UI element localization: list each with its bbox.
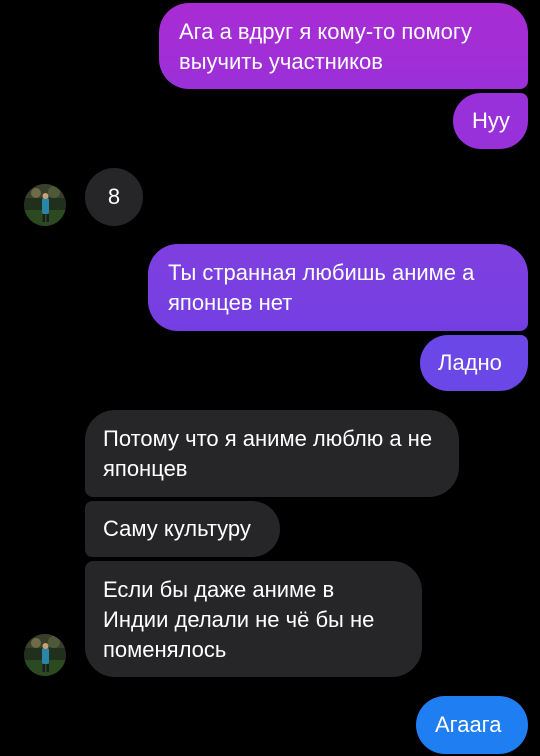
contact-avatar[interactable]	[24, 184, 66, 226]
chat-screen: { "conversation": { "messages": [ { "id"…	[0, 0, 540, 756]
user-avatar-icon	[24, 634, 66, 676]
incoming-message-bubble[interactable]: Саму культуру	[85, 501, 280, 557]
outgoing-message-bubble[interactable]: Агаага	[416, 696, 528, 754]
incoming-message-bubble[interactable]: Если бы даже аниме в Индии делали не чё …	[85, 561, 422, 677]
outgoing-message-bubble[interactable]: Нуу	[453, 93, 528, 149]
message-text: Агаага	[435, 712, 502, 737]
incoming-message-bubble[interactable]: Потому что я аниме люблю а не японцев	[85, 410, 459, 497]
message-text: 8	[107, 184, 121, 209]
outgoing-message-bubble[interactable]: Ты странная любишь аниме а японцев нет	[148, 244, 528, 331]
outgoing-message-bubble[interactable]: Ага а вдруг я кому-то помогу выучить уча…	[159, 3, 528, 89]
incoming-message-bubble[interactable]: 8	[85, 168, 143, 226]
message-text: Нуу	[472, 108, 510, 133]
message-text: Ага а вдруг я кому-то помогу выучить уча…	[179, 19, 472, 74]
outgoing-message-bubble[interactable]: Ладно	[420, 335, 528, 391]
message-text: Саму культуру	[103, 516, 251, 541]
message-text: Потому что я аниме люблю а не японцев	[103, 426, 433, 481]
message-text: Ты странная любишь аниме а японцев нет	[168, 260, 475, 315]
contact-avatar[interactable]	[24, 634, 66, 676]
message-text: Ладно	[438, 350, 502, 375]
message-text: Если бы даже аниме в Индии делали не чё …	[103, 577, 375, 662]
user-avatar-icon	[24, 184, 66, 226]
